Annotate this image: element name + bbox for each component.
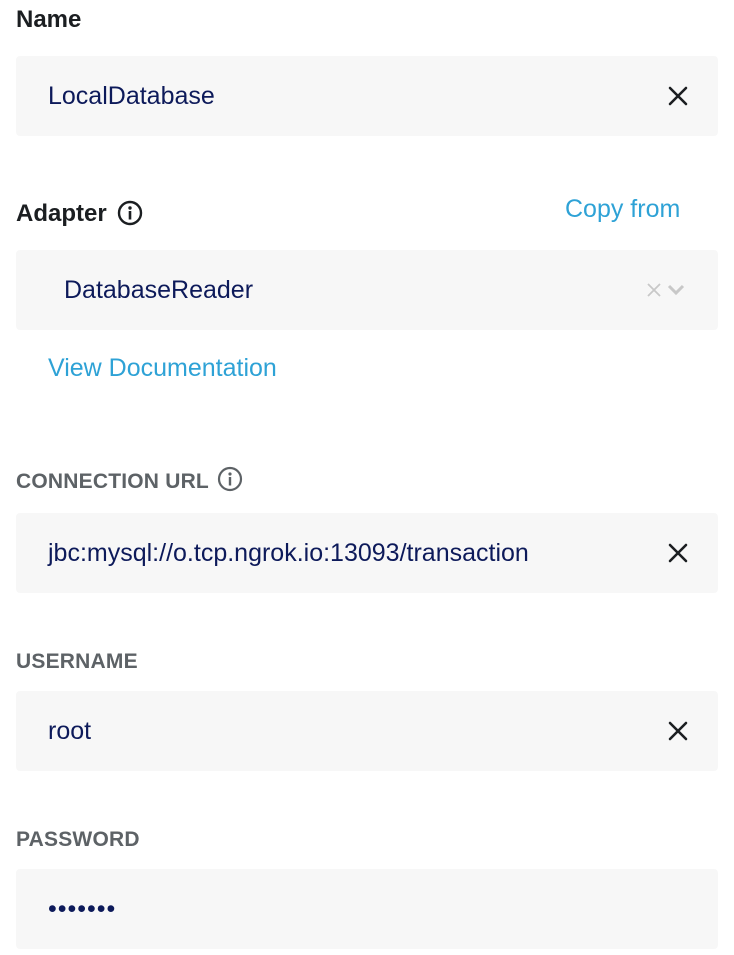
name-value: LocalDatabase xyxy=(48,82,215,110)
username-value: root xyxy=(48,717,92,745)
password-input[interactable]: ••••••• xyxy=(16,869,718,949)
adapter-label-row: Adapter xyxy=(16,200,143,228)
close-icon[interactable] xyxy=(646,282,662,298)
connection-url-label: CONNECTION URL xyxy=(16,470,209,493)
connection-url-value: jbc:mysql://o.tcp.ngrok.io:13093/transac… xyxy=(48,539,529,567)
close-icon[interactable] xyxy=(664,539,692,567)
username-label: USERNAME xyxy=(16,650,138,673)
chevron-down-icon[interactable] xyxy=(667,284,685,296)
close-icon[interactable] xyxy=(664,82,692,110)
connection-url-label-row: CONNECTION URL xyxy=(16,467,243,494)
view-documentation-link[interactable]: View Documentation xyxy=(48,354,277,383)
info-circle-icon[interactable] xyxy=(217,466,243,492)
adapter-selected-value: DatabaseReader xyxy=(64,276,254,304)
username-input[interactable]: root xyxy=(16,691,718,771)
adapter-label: Adapter xyxy=(16,200,107,227)
adapter-select[interactable]: DatabaseReader xyxy=(16,250,718,330)
name-input[interactable]: LocalDatabase xyxy=(16,56,718,136)
copy-from-link[interactable]: Copy from xyxy=(565,195,680,224)
password-value: ••••••• xyxy=(48,895,117,923)
name-label: Name xyxy=(16,6,82,33)
info-circle-icon[interactable] xyxy=(117,200,143,226)
password-label: PASSWORD xyxy=(16,828,140,851)
close-icon[interactable] xyxy=(664,717,692,745)
connection-url-input[interactable]: jbc:mysql://o.tcp.ngrok.io:13093/transac… xyxy=(16,513,718,593)
